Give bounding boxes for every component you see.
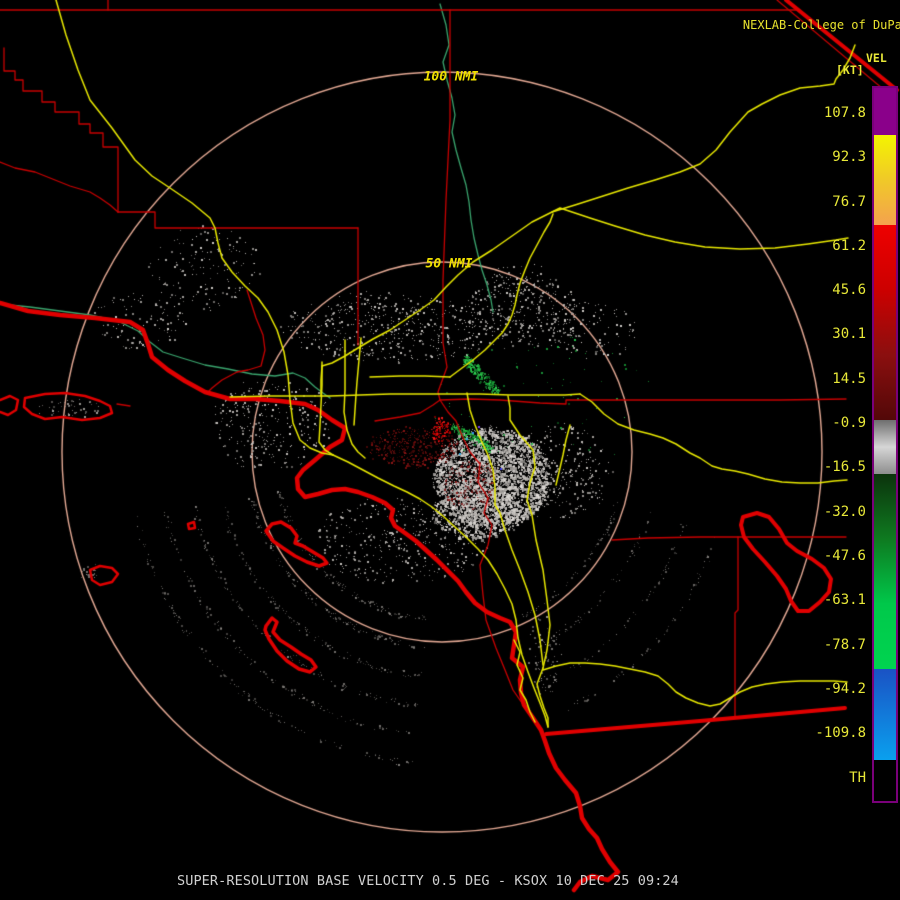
colorbar-tick-labels: 107.8 92.3 76.7 61.2 45.6 30.1 14.5 -0.9 -16.5 -3…: [810, 0, 866, 900]
colorbar-segment: [874, 225, 896, 420]
colorbar-tick-label: -109.8: [815, 725, 866, 741]
colorbar-tick-label: 30.1: [832, 326, 866, 342]
colorbar-tick-label: 14.5: [832, 371, 866, 387]
range-ring-label-50nmi: 50 NMI: [425, 256, 473, 272]
colorbar-segment: [874, 760, 896, 801]
colorbar-tick-label: 107.8: [823, 105, 866, 121]
colorbar-tick-label: -16.5: [823, 459, 866, 475]
product-caption: SUPER-RESOLUTION BASE VELOCITY 0.5 DEG -…: [177, 873, 679, 889]
colorbar-tick-label: 76.7: [832, 194, 866, 210]
colorbar-segment: [874, 135, 896, 225]
colorbar-segment: [874, 88, 896, 135]
colorbar-tick-label: 45.6: [832, 282, 866, 298]
radar-map-canvas: [0, 0, 900, 900]
radar-viewer: NEXLAB-College of DuPage VEL [KT] 107.8 9…: [0, 0, 900, 900]
colorbar-tick-label: -47.6: [823, 548, 866, 564]
site-title: NEXLAB-College of DuPage: [714, 4, 900, 46]
colorbar-tick-label: TH: [849, 770, 866, 786]
colorbar-tick-label: -0.9: [832, 415, 866, 431]
colorbar-segment: [874, 669, 896, 760]
velocity-colorbar: [872, 86, 898, 803]
colorbar-tick-label: 61.2: [832, 238, 866, 254]
colorbar-segment: [874, 474, 896, 669]
colorbar-units-vel: VEL: [866, 51, 887, 65]
colorbar-tick-label: 92.3: [832, 149, 866, 165]
range-ring-label-100nmi: 100 NMI: [423, 69, 479, 85]
colorbar-tick-label: -32.0: [823, 504, 866, 520]
colorbar-tick-label: -78.7: [823, 637, 866, 653]
colorbar-segment: [874, 420, 896, 474]
colorbar-tick-label: -94.2: [823, 681, 866, 697]
colorbar-tick-label: -63.1: [823, 592, 866, 608]
